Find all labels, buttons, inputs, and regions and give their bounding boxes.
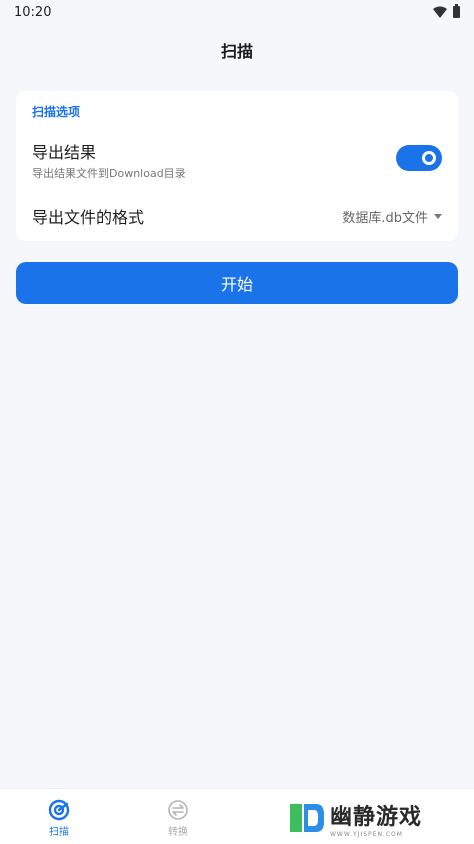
watermark-url: WWW.YJISPEN.COM [330,830,403,838]
export-format-dropdown[interactable]: 数据库.db文件 [342,207,442,226]
export-format-value: 数据库.db文件 [342,210,428,226]
export-result-subtitle: 导出结果文件到Download目录 [32,167,186,180]
nav-item-convert[interactable]: 转换 [148,799,208,838]
export-format-row[interactable]: 导出文件的格式 数据库.db文件 [32,203,442,229]
export-result-title: 导出结果 [32,143,97,162]
scan-icon [48,799,70,821]
nav-item-scan[interactable]: 扫描 [29,799,89,838]
start-button[interactable]: 开始 [16,262,458,304]
export-format-title: 导出文件的格式 [32,208,145,227]
chevron-down-icon [434,213,442,219]
convert-icon [168,800,188,820]
export-result-toggle[interactable] [396,145,442,171]
status-bar: 10:20 [0,0,474,24]
status-icons [433,4,460,18]
nav-label-scan: 扫描 [49,827,69,838]
status-time: 10:20 [14,4,52,20]
page-title: 扫描 [220,42,253,61]
toggle-knob [422,151,436,165]
scan-options-card: 扫描选项 导出结果 导出结果文件到Download目录 导出文件的格式 数据库.… [16,91,458,241]
watermark-text: 幽静游戏 [330,804,423,830]
watermark-logo: 幽静游戏 WWW.YJISPEN.COM [286,797,466,839]
watermark-logo-icon [290,804,324,832]
section-label: 扫描选项 [32,105,81,119]
export-result-row[interactable]: 导出结果 导出结果文件到Download目录 [32,139,442,180]
wifi-icon [433,6,447,18]
nav-label-convert: 转换 [168,827,188,838]
battery-icon [453,4,460,18]
